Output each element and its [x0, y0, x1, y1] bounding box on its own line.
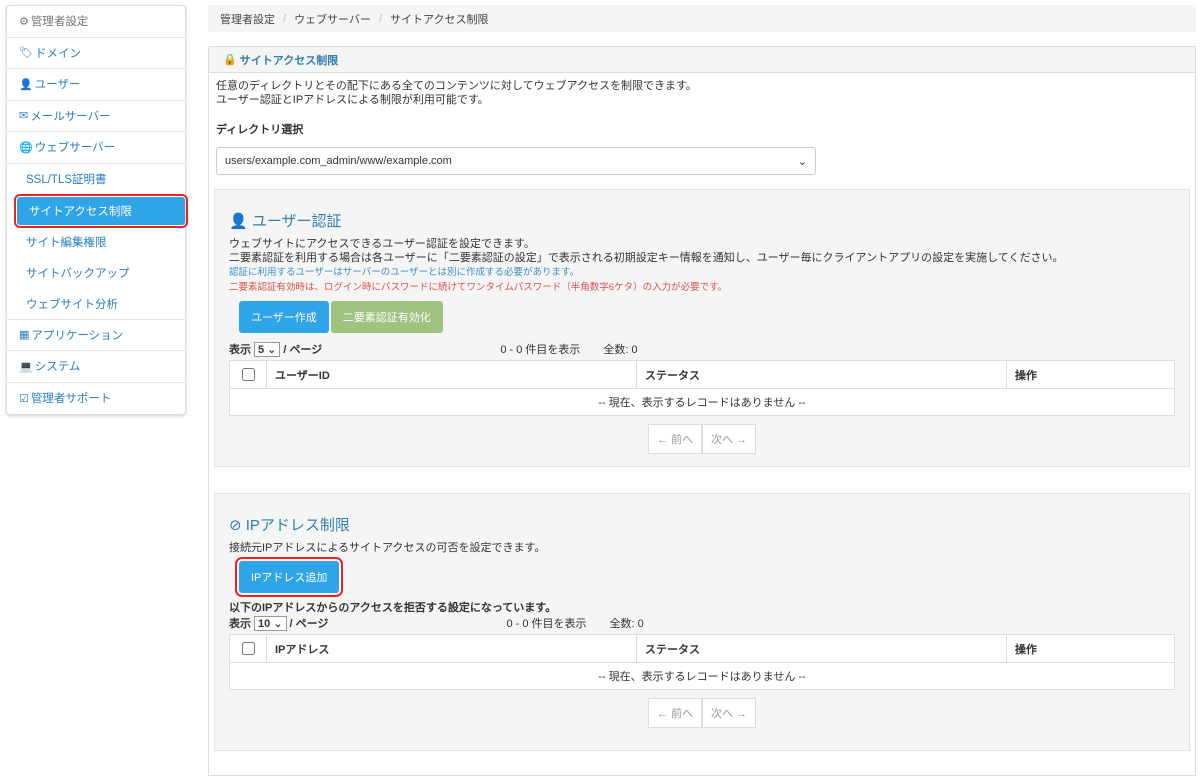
prev-button[interactable]: ← 前へ [648, 698, 702, 728]
sidebar-item-support[interactable]: ☑管理者サポート [7, 383, 185, 415]
desc: 接続元IPアドレスによるサイトアクセスの可否を設定できます。 [229, 541, 1175, 555]
envelope-icon: ✉ [19, 109, 28, 122]
user-icon: 👤 [229, 213, 248, 230]
col-user-id[interactable]: ユーザーID [267, 361, 637, 389]
per-page-label: / ページ [290, 615, 329, 631]
deny-note: 以下のIPアドレスからのアクセスを拒否する設定になっています。 [229, 601, 1175, 615]
total-text: 全数: 0 [610, 615, 644, 631]
section-title: ユーザー認証 [252, 213, 342, 230]
col-actions: 操作 [1007, 361, 1175, 389]
site-access-panel: 🔒 サイトアクセス制限 任意のディレクトリとその配下にある全てのコンテンツに対し… [208, 46, 1196, 776]
sidebar-item-domain[interactable]: 🏷ドメイン [7, 38, 185, 70]
directory-select[interactable]: users/example.com_admin/www/example.com ⌄ [216, 147, 816, 175]
sidebar-sub-analytics[interactable]: ウェブサイト分析 [7, 289, 185, 320]
prev-button[interactable]: ← 前へ [648, 424, 702, 454]
col-status[interactable]: ステータス [637, 635, 1007, 663]
grid-icon: ▦ [19, 328, 29, 341]
sidebar-item-system[interactable]: 💻システム [7, 351, 185, 383]
col-ip[interactable]: IPアドレス [267, 635, 637, 663]
sidebar-sub-ssl[interactable]: SSL/TLS証明書 [7, 164, 185, 195]
range-text: 0 - 0 件目を表示 [506, 615, 586, 631]
panel-title: サイトアクセス制限 [240, 52, 338, 68]
next-button[interactable]: 次へ → [702, 698, 756, 728]
next-button[interactable]: 次へ → [702, 424, 756, 454]
note: 認証に利用するユーザーはサーバーのユーザーとは別に作成する必要があります。 [229, 265, 1175, 280]
desc: 二要素認証を利用する場合は各ユーザーに「二要素認証の設定」で表示される初期設定キ… [229, 251, 1175, 265]
label: ドメイン [35, 45, 81, 61]
create-user-button[interactable]: ユーザー作成 [239, 301, 329, 333]
per-page-select[interactable]: 5 ⌄ [254, 342, 280, 357]
crumb-current: サイトアクセス制限 [390, 11, 488, 27]
col-status[interactable]: ステータス [637, 361, 1007, 389]
sidebar-item-user[interactable]: 👤ユーザー [7, 69, 185, 101]
laptop-icon: 💻 [19, 360, 33, 373]
sidebar-item-apps[interactable]: ▦アプリケーション [7, 320, 185, 352]
total-text: 全数: 0 [603, 341, 637, 357]
warning: 二要素認証有効時は、ログイン時にパスワードに続けてワンタイムパスワード（半角数字… [229, 280, 1175, 295]
range-text: 0 - 0 件目を表示 [500, 341, 580, 357]
label: 管理者サポート [31, 390, 112, 406]
desc: 任意のディレクトリとその配下にある全てのコンテンツに対してウェブアクセスを制限で… [216, 79, 1188, 93]
desc: ユーザー認証とIPアドレスによる制限が利用可能です。 [216, 93, 1188, 107]
select-all-checkbox[interactable] [242, 368, 255, 381]
user-table: ユーザーIDステータス操作 -- 現在、表示するレコードはありません -- [229, 360, 1175, 416]
globe-icon: 🌐 [19, 141, 33, 154]
sidebar-sub-edit-perm[interactable]: サイト編集権限 [7, 227, 185, 258]
main: 管理者設定/ ウェブサーバー/ サイトアクセス制限 🔒 サイトアクセス制限 任意… [208, 5, 1196, 776]
ban-icon: ⊘ [229, 517, 242, 534]
empty-row: -- 現在、表示するレコードはありません -- [230, 389, 1175, 416]
user-auth-section: 👤 ユーザー認証 ウェブサイトにアクセスできるユーザー認証を設定できます。 二要… [214, 189, 1190, 467]
tag-icon: 🏷 [19, 46, 33, 59]
breadcrumb: 管理者設定/ ウェブサーバー/ サイトアクセス制限 [208, 5, 1196, 32]
directory-label: ディレクトリ選択 [216, 121, 1188, 137]
gear-icon: ⚙ [19, 15, 29, 28]
ip-section: ⊘ IPアドレス制限 接続元IPアドレスによるサイトアクセスの可否を設定できます… [214, 493, 1190, 751]
show-label: 表示 [229, 341, 251, 357]
show-label: 表示 [229, 615, 251, 631]
label: アプリケーション [31, 327, 123, 343]
ip-table: IPアドレスステータス操作 -- 現在、表示するレコードはありません -- [229, 634, 1175, 690]
label: ユーザー [35, 76, 81, 92]
col-actions: 操作 [1007, 635, 1175, 663]
sidebar-sub-site-access[interactable]: サイトアクセス制限 [17, 197, 185, 225]
crumb-webserver[interactable]: ウェブサーバー [294, 11, 371, 27]
sidebar-header-label: 管理者設定 [31, 13, 89, 29]
enable-2fa-button[interactable]: 二要素認証有効化 [331, 301, 443, 333]
user-icon: 👤 [19, 78, 33, 91]
sidebar-item-webserver[interactable]: 🌐ウェブサーバー [7, 132, 185, 164]
chevron-down-icon: ⌄ [798, 155, 807, 168]
sidebar-header: ⚙管理者設定 [7, 6, 185, 38]
sidebar-sub-backup[interactable]: サイトバックアップ [7, 258, 185, 289]
sidebar-item-mail[interactable]: ✉メールサーバー [7, 101, 185, 133]
per-page-select[interactable]: 10 ⌄ [254, 616, 287, 631]
sidebar: ⚙管理者設定 🏷ドメイン 👤ユーザー ✉メールサーバー 🌐ウェブサーバー SSL… [6, 5, 186, 415]
lock-icon: 🔒 [223, 53, 237, 66]
directory-value: users/example.com_admin/www/example.com [225, 155, 452, 167]
section-title: IPアドレス制限 [246, 517, 350, 534]
desc: ウェブサイトにアクセスできるユーザー認証を設定できます。 [229, 237, 1175, 251]
crumb-admin[interactable]: 管理者設定 [220, 11, 275, 27]
empty-row: -- 現在、表示するレコードはありません -- [230, 663, 1175, 690]
select-all-checkbox[interactable] [242, 642, 255, 655]
check-icon: ☑ [19, 392, 29, 405]
label: ウェブサーバー [35, 139, 115, 155]
label: メールサーバー [30, 108, 110, 124]
label: システム [35, 358, 81, 374]
add-ip-button[interactable]: IPアドレス追加 [239, 561, 339, 593]
per-page-label: / ページ [283, 341, 322, 357]
